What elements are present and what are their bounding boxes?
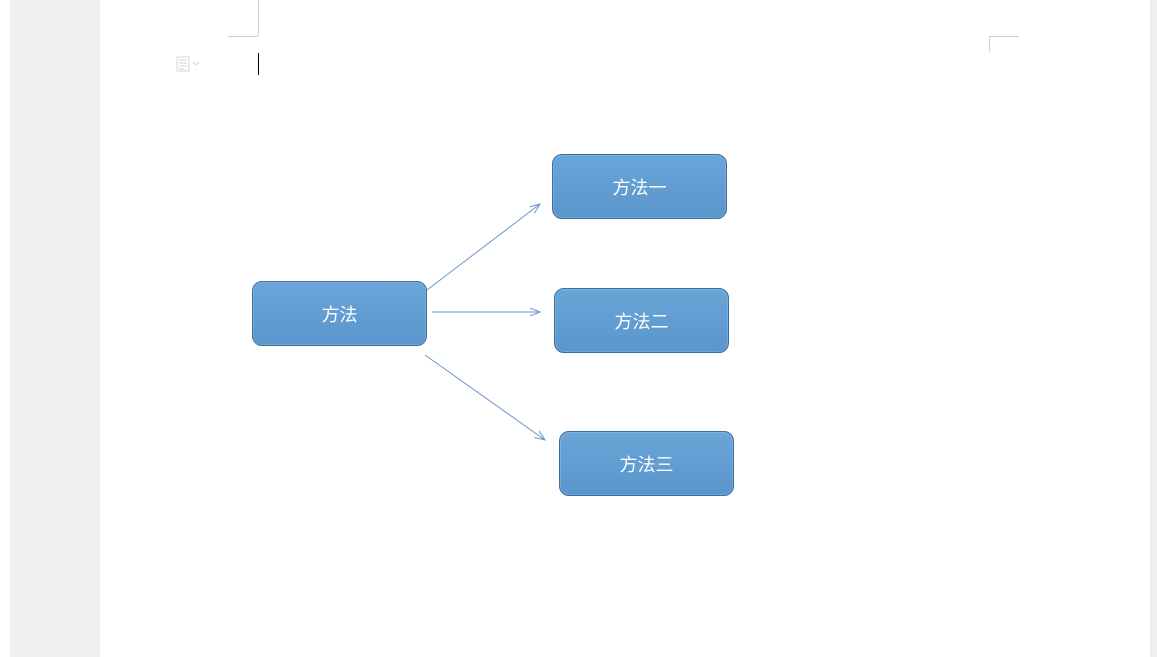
text-cursor (258, 53, 259, 75)
paragraph-options-button[interactable] (176, 56, 200, 72)
connector-arrow (425, 355, 545, 440)
margin-mark (258, 0, 259, 36)
diagram-shape-child-1[interactable]: 方法一 (552, 154, 727, 219)
margin-mark (989, 36, 1019, 37)
diagram-shape-root[interactable]: 方法 (252, 281, 427, 346)
margin-mark (989, 36, 990, 52)
panel-left-edge (0, 0, 10, 657)
document-icon (176, 56, 190, 72)
shape-label: 方法二 (615, 308, 669, 334)
diagram-shape-child-3[interactable]: 方法三 (559, 431, 734, 496)
shape-label: 方法一 (613, 174, 667, 200)
shape-label: 方法三 (620, 451, 674, 477)
document-page: 方法 方法一 方法二 方法三 (100, 0, 1150, 657)
diagram-shape-child-2[interactable]: 方法二 (554, 288, 729, 353)
margin-mark (228, 36, 258, 37)
shape-label: 方法 (322, 301, 358, 327)
dropdown-arrow-icon (192, 61, 200, 67)
connector-arrow (427, 204, 540, 290)
